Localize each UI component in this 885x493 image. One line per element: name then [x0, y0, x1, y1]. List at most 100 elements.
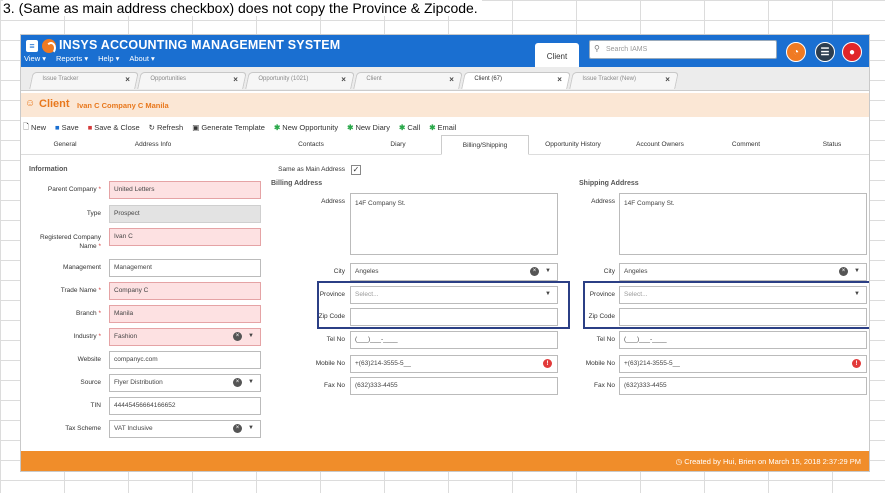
- field-label: Parent Company *: [47, 186, 101, 193]
- menu-bar: View ▾ Reports ▾ Help ▾ About ▾: [24, 54, 155, 63]
- caret-down-icon[interactable]: ▼: [854, 268, 860, 274]
- form-tabs: General Address Info Contacts Diary Bill…: [21, 135, 869, 155]
- billing-tel-field[interactable]: (___)___-____: [350, 331, 558, 349]
- caret-down-icon[interactable]: ▼: [248, 379, 254, 385]
- tab-diary[interactable]: Diary: [355, 135, 441, 155]
- highlight-box-shipping: [583, 281, 869, 329]
- save-button[interactable]: ■ Save: [55, 121, 79, 134]
- industry-select[interactable]: Fashion × ▼: [109, 328, 261, 346]
- close-icon[interactable]: ×: [234, 75, 239, 84]
- branch-field[interactable]: Manila: [109, 305, 261, 323]
- highlight-box-billing: [317, 281, 570, 329]
- menu-view[interactable]: View ▾: [24, 54, 46, 63]
- shipping-address-label: Address: [591, 198, 615, 205]
- shipping-mobile-label: Mobile No: [585, 360, 615, 367]
- app-window: ≡ INSYS ACCOUNTING MANAGEMENT SYSTEM Vie…: [20, 34, 870, 472]
- search-icon: ⚲: [594, 44, 600, 53]
- field-label: Type: [86, 210, 101, 217]
- action-toolbar: 🗋 New ■ Save ■ Save & Close ↻ Refresh ▣ Gener…: [23, 121, 456, 134]
- doc-tab-active[interactable]: Client (67) ×: [461, 72, 571, 89]
- menu-help[interactable]: Help ▾: [98, 54, 119, 63]
- new-button[interactable]: 🗋 New: [23, 121, 46, 134]
- doc-tab[interactable]: Issue Tracker (New) ×: [569, 72, 679, 89]
- same-as-main-checkbox[interactable]: ✓: [351, 165, 361, 175]
- close-icon[interactable]: ×: [342, 75, 347, 84]
- close-icon[interactable]: ×: [558, 75, 563, 84]
- user-icon[interactable]: ●: [842, 42, 862, 62]
- type-field: Prospect: [109, 205, 261, 223]
- clear-icon[interactable]: ×: [233, 378, 242, 387]
- field-label: TIN: [90, 402, 101, 409]
- tab-status[interactable]: Status: [789, 135, 869, 155]
- shipping-fax-field[interactable]: (632)333-4455: [619, 377, 867, 395]
- person-icon: ☺: [25, 98, 36, 109]
- clear-icon[interactable]: ×: [233, 424, 242, 433]
- caret-down-icon[interactable]: ▼: [545, 268, 551, 274]
- doc-tab[interactable]: Opportunity (1021) ×: [245, 72, 355, 89]
- template-icon: ▣: [192, 123, 200, 132]
- field-label: Trade Name *: [60, 287, 101, 294]
- tab-account-owners[interactable]: Account Owners: [617, 135, 703, 155]
- refresh-icon: ↻: [148, 123, 155, 132]
- clear-icon[interactable]: ×: [530, 267, 539, 276]
- new-opportunity-button[interactable]: ✱ New Opportunity: [274, 121, 338, 134]
- billing-city-select[interactable]: Angeles × ▼: [350, 263, 558, 281]
- call-button[interactable]: ✱ Call: [399, 121, 420, 134]
- issue-note: 3. (Same as main address checkbox) does …: [3, 0, 482, 16]
- list-icon[interactable]: ☰: [815, 42, 835, 62]
- close-icon[interactable]: ×: [450, 75, 455, 84]
- clear-icon[interactable]: ×: [233, 332, 242, 341]
- search-input[interactable]: ⚲ Search IAMS: [589, 40, 777, 59]
- billing-address-field[interactable]: 14F Company St.: [350, 193, 558, 255]
- shipping-mobile-field[interactable]: +(63)214-3555-5__!: [619, 355, 867, 373]
- tin-field[interactable]: 44445456664166652: [109, 397, 261, 415]
- module-tab-client[interactable]: Client: [535, 43, 579, 67]
- caret-down-icon[interactable]: ▼: [248, 425, 254, 431]
- tab-address-info[interactable]: Address Info: [109, 135, 197, 155]
- asterisk-icon: ✱: [429, 123, 436, 132]
- hamburger-icon[interactable]: ≡: [26, 40, 38, 52]
- menu-reports[interactable]: Reports ▾: [56, 54, 88, 63]
- email-button[interactable]: ✱ Email: [429, 121, 456, 134]
- refresh-button[interactable]: ↻ Refresh: [149, 121, 184, 134]
- billing-city-label: City: [333, 268, 345, 275]
- generate-template-button[interactable]: ▣ Generate Template: [192, 121, 265, 134]
- close-icon[interactable]: ×: [666, 75, 671, 84]
- asterisk-icon: ✱: [399, 123, 406, 132]
- close-icon[interactable]: ×: [126, 75, 131, 84]
- tab-contacts[interactable]: Contacts: [267, 135, 355, 155]
- clock-icon[interactable]: ◔: [786, 42, 806, 62]
- footer-bar: ◷ Created by Hui, Brien on March 15, 201…: [21, 451, 869, 471]
- shipping-address-field[interactable]: 14F Company St.: [619, 193, 867, 255]
- billing-mobile-field[interactable]: +(63)214-3555-5__!: [350, 355, 558, 373]
- asterisk-icon: ✱: [273, 123, 281, 132]
- parent-company-field[interactable]: United Letters: [109, 181, 261, 199]
- billing-address-label: Address: [321, 198, 345, 205]
- save-close-button[interactable]: ■ Save & Close: [88, 121, 140, 134]
- app-title: INSYS ACCOUNTING MANAGEMENT SYSTEM: [59, 38, 341, 52]
- clear-icon[interactable]: ×: [839, 267, 848, 276]
- tab-opportunity-history[interactable]: Opportunity History: [529, 135, 617, 155]
- management-field[interactable]: Management: [109, 259, 261, 277]
- billing-mobile-label: Mobile No: [315, 360, 345, 367]
- field-label: Management: [63, 264, 101, 271]
- shipping-city-select[interactable]: Angeles × ▼: [619, 263, 867, 281]
- tax-scheme-select[interactable]: VAT Inclusive × ▼: [109, 420, 261, 438]
- doc-tab[interactable]: Opportunities ×: [137, 72, 247, 89]
- trade-name-field[interactable]: Company C: [109, 282, 261, 300]
- record-subtitle: Ivan C Company C Manila: [77, 101, 169, 110]
- menu-about[interactable]: About ▾: [129, 54, 154, 63]
- tab-comment[interactable]: Comment: [703, 135, 789, 155]
- website-field[interactable]: companyc.com: [109, 351, 261, 369]
- shipping-tel-field[interactable]: (___)___-____: [619, 331, 867, 349]
- new-diary-button[interactable]: ✱ New Diary: [347, 121, 390, 134]
- registered-company-name-field[interactable]: Ivan C: [109, 228, 261, 246]
- field-label: Industry *: [73, 333, 101, 340]
- doc-tab[interactable]: Client ×: [353, 72, 463, 89]
- caret-down-icon[interactable]: ▼: [248, 333, 254, 339]
- source-select[interactable]: Flyer Distribution × ▼: [109, 374, 261, 392]
- billing-fax-field[interactable]: (632)333-4455: [350, 377, 558, 395]
- tab-general[interactable]: General: [21, 135, 109, 155]
- doc-tab[interactable]: Issue Tracker ×: [29, 72, 139, 89]
- tab-billing-shipping[interactable]: Billing/Shipping: [441, 135, 529, 155]
